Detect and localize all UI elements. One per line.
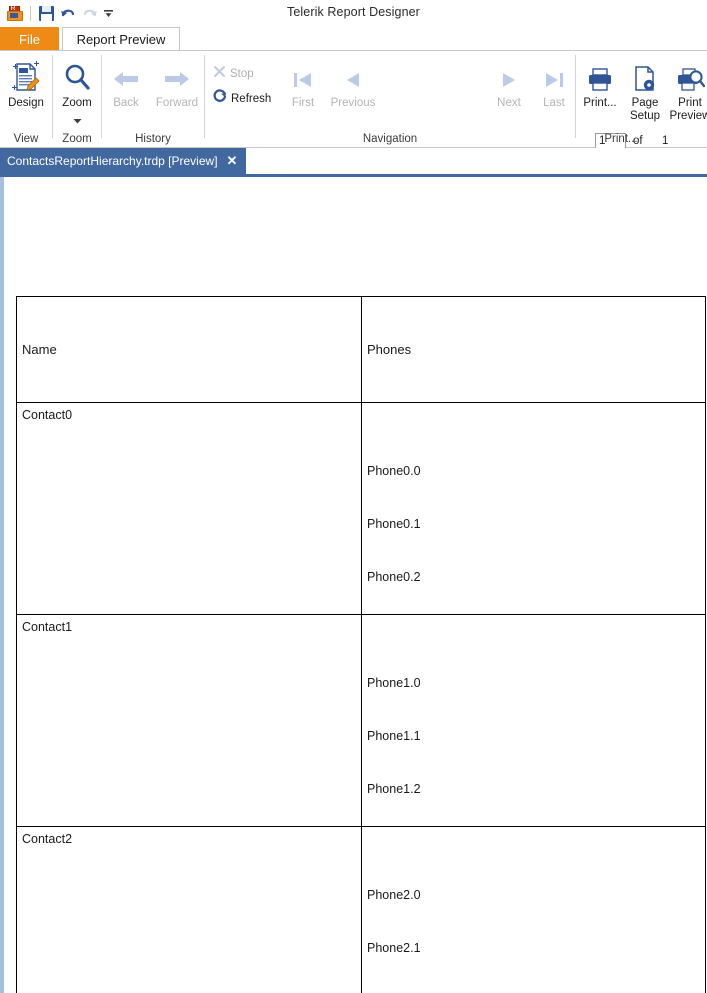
first-page-button: First	[281, 54, 325, 110]
ribbon-group-print-label: Print...	[604, 133, 638, 145]
document-tab-strip: ContactsReportHierarchy.trdp [Preview] ✕	[0, 148, 707, 174]
last-page-label: Last	[543, 97, 565, 109]
page-setup-icon	[631, 54, 659, 94]
next-page-icon	[496, 54, 522, 94]
next-page-button: Next	[485, 54, 533, 110]
report-preview-area: Name Phones Contact0 Phone0.0 Phone0.1 P…	[0, 177, 707, 993]
title-bar: Telerik Report Designer	[0, 0, 707, 27]
refresh-button[interactable]: Refresh	[213, 89, 271, 108]
phone-value: Phone2.1	[367, 941, 421, 955]
arrow-left-icon	[110, 54, 142, 94]
ribbon: Design View Zoom Zoom Back Forward Histo…	[0, 50, 707, 152]
document-tab[interactable]: ContactsReportHierarchy.trdp [Preview] ✕	[0, 148, 246, 174]
column-header-name: Name	[22, 342, 57, 357]
contact-name-value: Contact1	[22, 620, 73, 634]
contact-name-value: Contact2	[22, 832, 73, 846]
magnifier-icon	[62, 54, 92, 94]
previous-page-button: Previous	[325, 54, 381, 110]
phone-value: Phone0.0	[367, 464, 421, 478]
cell-contact-phones: Phone1.0 Phone1.1 Phone1.2	[361, 614, 706, 827]
print-preview-icon	[675, 54, 705, 94]
window-title: Telerik Report Designer	[287, 5, 420, 19]
ribbon-group-zoom: Zoom Zoom	[53, 51, 101, 147]
report-page: Name Phones Contact0 Phone0.0 Phone0.1 P…	[8, 177, 707, 993]
phone-value: Phone2.0	[367, 888, 421, 902]
print-preview-label-line1: Print	[678, 97, 702, 109]
print-preview-label-line2: Preview	[669, 110, 707, 122]
print-button-label: Print...	[583, 97, 617, 109]
ribbon-group-navigation-label: Navigation	[362, 133, 418, 145]
table-row: Contact0 Phone0.0 Phone0.1 Phone0.2	[16, 402, 706, 615]
ribbon-group-history-label: History	[135, 133, 171, 145]
report-designer-window: Telerik Report Designer File Report Prev…	[0, 0, 707, 993]
printer-icon	[585, 54, 615, 94]
stop-x-icon	[213, 65, 226, 83]
ribbon-group-view: Design View	[0, 51, 52, 147]
last-page-button: Last	[530, 54, 578, 110]
phone-value: Phone1.0	[367, 676, 421, 690]
phone-value: Phone0.1	[367, 517, 421, 531]
cell-contact-phones: Phone2.0 Phone2.1 Phone2.2	[361, 826, 706, 993]
next-page-label: Next	[497, 97, 521, 109]
phone-value: Phone1.1	[367, 729, 421, 743]
ribbon-group-print: Print... Page Setup Print Preview Print.…	[576, 51, 707, 147]
preview-left-strip	[0, 177, 4, 993]
previous-page-icon	[340, 54, 366, 94]
refresh-button-label: Refresh	[231, 92, 272, 105]
ribbon-tab-strip: File Report Preview	[0, 27, 707, 51]
page-setup-label-line2: Setup	[629, 110, 661, 122]
cell-contact-name: Contact2	[16, 826, 362, 993]
header-cell-name: Name	[16, 296, 362, 403]
header-cell-phones: Phones	[361, 296, 706, 403]
ribbon-group-zoom-label: Zoom	[62, 133, 92, 145]
column-header-phones: Phones	[367, 342, 412, 357]
forward-button: Forward	[150, 54, 204, 110]
ribbon-group-view-label: View	[13, 133, 39, 145]
print-preview-button[interactable]: Print Preview	[666, 54, 707, 123]
stop-button: Stop	[213, 65, 254, 83]
cell-contact-phones: Phone0.0 Phone0.1 Phone0.2	[361, 402, 706, 615]
table-row: Contact2 Phone2.0 Phone2.1 Phone2.2	[16, 826, 706, 993]
page-setup-label-line1: Page	[631, 97, 659, 109]
ribbon-group-navigation: Stop Refresh First Previous 1 of 1 Next …	[205, 51, 668, 152]
back-button-label: Back	[113, 97, 139, 109]
forward-button-label: Forward	[155, 97, 199, 109]
stop-button-label: Stop	[230, 68, 254, 80]
document-tab-title: ContactsReportHierarchy.trdp [Preview]	[7, 154, 218, 168]
zoom-dropdown-caret-icon[interactable]	[73, 111, 82, 129]
previous-page-label: Previous	[330, 97, 376, 109]
design-button[interactable]: Design	[0, 54, 52, 110]
tab-file[interactable]: File	[0, 27, 59, 51]
table-row: Contact1 Phone1.0 Phone1.1 Phone1.2	[16, 614, 706, 827]
last-page-icon	[541, 54, 567, 94]
phone-value: Phone1.2	[367, 782, 421, 796]
phone-value: Phone0.2	[367, 570, 421, 584]
tab-report-preview[interactable]: Report Preview	[62, 27, 180, 51]
zoom-button-label: Zoom	[62, 97, 92, 109]
report-table: Name Phones Contact0 Phone0.0 Phone0.1 P…	[16, 296, 706, 993]
print-button[interactable]: Print...	[576, 54, 624, 110]
ribbon-group-history: Back Forward History	[102, 51, 204, 147]
first-page-icon	[290, 54, 316, 94]
close-icon[interactable]: ✕	[227, 153, 238, 169]
table-header-row: Name Phones	[16, 296, 706, 403]
arrow-right-icon	[161, 54, 193, 94]
refresh-icon	[213, 89, 227, 108]
design-report-icon	[9, 54, 43, 94]
first-page-label: First	[291, 97, 315, 109]
back-button: Back	[102, 54, 150, 110]
design-button-label: Design	[8, 97, 44, 109]
zoom-button[interactable]: Zoom	[53, 54, 101, 129]
cell-contact-name: Contact1	[16, 614, 362, 827]
cell-contact-name: Contact0	[16, 402, 362, 615]
page-setup-button[interactable]: Page Setup	[624, 54, 666, 123]
contact-name-value: Contact0	[22, 408, 73, 422]
